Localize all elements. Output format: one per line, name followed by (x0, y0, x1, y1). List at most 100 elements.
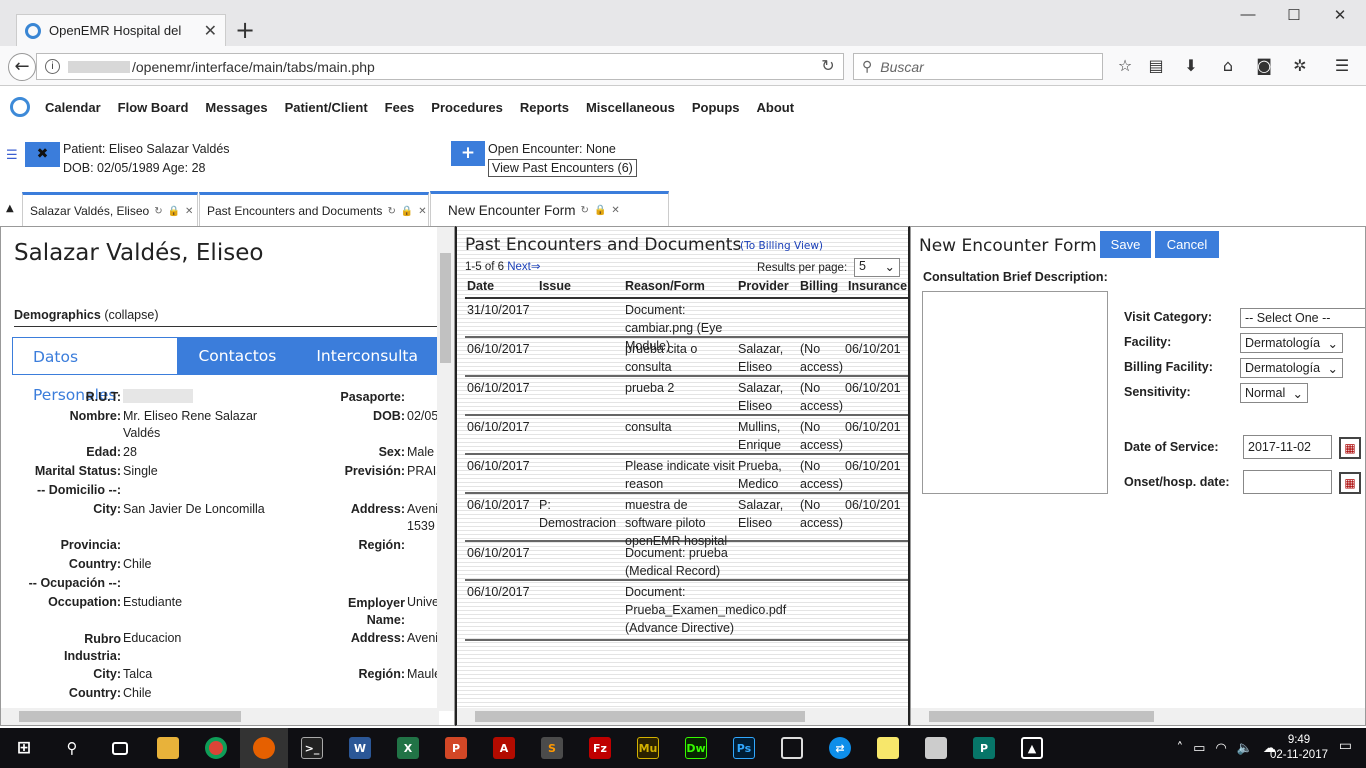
battery-icon[interactable]: ▭ (1193, 741, 1205, 756)
table-row[interactable]: 06/10/2017 consulta Mullins, Enrique (No ac… (465, 416, 908, 455)
new-tab-button[interactable]: + (233, 16, 257, 44)
collapse-link[interactable]: (collapse) (101, 308, 158, 322)
sticky-notes-button[interactable] (864, 728, 912, 768)
tab-interconsulta[interactable]: Interconsulta (296, 337, 438, 375)
sublime-button[interactable]: S (528, 728, 576, 768)
vertical-scrollbar[interactable] (437, 227, 454, 711)
tab-new-encounter[interactable]: New Encounter Form ↻ 🔒 ✕ (430, 191, 669, 227)
info-icon[interactable]: i (45, 59, 60, 74)
billing-facility-select[interactable]: Dermatología ⌄ (1240, 358, 1343, 378)
reading-list-icon[interactable]: ▤ (1145, 56, 1167, 78)
close-tab-icon[interactable]: ✕ (204, 21, 217, 41)
tab-patient[interactable]: Salazar Valdés, Eliseo ↻ 🔒 ✕ (22, 192, 198, 227)
photoshop-button[interactable]: Ps (720, 728, 768, 768)
browser-tab[interactable]: OpenEMR Hospital del ✕ (16, 14, 226, 46)
refresh-icon[interactable]: ↻ (387, 206, 395, 217)
download-icon[interactable]: ⬇ (1180, 56, 1202, 78)
lock-icon[interactable]: 🔒 (401, 206, 413, 217)
close-icon[interactable]: ✕ (418, 206, 426, 217)
calendar-icon[interactable]: ▦ (1339, 437, 1361, 459)
scroll-thumb[interactable] (929, 711, 1154, 722)
pocket-icon[interactable]: ◙ (1253, 56, 1275, 78)
close-icon[interactable]: ✕ (611, 205, 619, 216)
onset-date-input[interactable] (1243, 470, 1332, 494)
notification-icon[interactable]: ▭ (1339, 738, 1352, 754)
tab-contactos[interactable]: Contactos (178, 337, 296, 375)
muse-button[interactable]: Mu (624, 728, 672, 768)
table-row[interactable]: 06/10/2017 Please indicate visit reason Pr… (465, 455, 908, 494)
menu-popups[interactable]: Popups (692, 100, 740, 115)
openemr-logo-icon[interactable] (10, 97, 30, 117)
brief-description-textarea[interactable] (922, 291, 1108, 494)
firefox-button[interactable] (240, 728, 288, 768)
billing-view-link[interactable]: (To Billing View) (740, 240, 823, 252)
horizontal-scrollbar[interactable] (1, 708, 439, 725)
scroll-thumb[interactable] (440, 253, 451, 363)
menu-about[interactable]: About (757, 100, 795, 115)
table-row[interactable]: 31/10/2017 Document: cambiar.png (Eye Mod… (465, 299, 908, 353)
menu-miscellaneous[interactable]: Miscellaneous (586, 100, 675, 115)
acrobat-button[interactable]: A (480, 728, 528, 768)
extension-icon[interactable]: ✲ (1289, 56, 1311, 78)
save-button[interactable]: Save (1100, 231, 1151, 258)
patient-list-icon[interactable]: ☰ (6, 148, 22, 163)
menu-patient-client[interactable]: Patient/Client (285, 100, 368, 115)
next-link[interactable]: Next⇒ (507, 261, 540, 273)
bookmark-star-icon[interactable]: ☆ (1114, 56, 1136, 78)
horizontal-scrollbar[interactable] (911, 708, 1365, 725)
close-window-icon[interactable]: ✕ (1325, 6, 1355, 28)
collapse-tabs-icon[interactable]: ▲ (6, 203, 14, 214)
tab-past-encounters[interactable]: Past Encounters and Documents ↻ 🔒 ✕ (199, 192, 429, 227)
table-row[interactable]: 06/10/2017 Document: Prueba_Examen_medico… (465, 581, 908, 641)
powerpoint-button[interactable]: P (432, 728, 480, 768)
home-icon[interactable]: ⌂ (1217, 56, 1239, 78)
excel-button[interactable]: X (384, 728, 432, 768)
cancel-button[interactable]: Cancel (1155, 231, 1219, 258)
word-button[interactable]: W (336, 728, 384, 768)
close-patient-button[interactable]: ✖ (25, 142, 60, 167)
task-view-button[interactable] (96, 728, 144, 768)
visit-category-select[interactable]: -- Select One -- (1240, 308, 1365, 328)
taskbar-clock[interactable]: 9:49 02-11-2017 (1270, 733, 1328, 763)
table-row[interactable]: 06/10/2017 prueba cita o consulta Salazar,… (465, 338, 908, 377)
sensitivity-select[interactable]: Normal ⌄ (1240, 383, 1308, 403)
url-bar[interactable]: i /openemr/interface/main/tabs/main.php (36, 53, 844, 80)
start-button[interactable]: ⊞ (0, 728, 48, 768)
file-explorer-button[interactable] (144, 728, 192, 768)
menu-calendar[interactable]: Calendar (45, 100, 101, 115)
back-button[interactable]: ← (8, 53, 36, 81)
search-input[interactable]: ⚲ Buscar (853, 53, 1103, 80)
menu-icon[interactable]: ☰ (1331, 56, 1353, 78)
tab-datos-personales[interactable]: Datos Personales (12, 337, 179, 404)
facility-select[interactable]: Dermatología ⌄ (1240, 333, 1343, 353)
video-button[interactable] (768, 728, 816, 768)
photos-button[interactable]: ▲ (1008, 728, 1056, 768)
dreamweaver-button[interactable]: Dw (672, 728, 720, 768)
maximize-icon[interactable]: ☐ (1279, 6, 1309, 28)
chrome-button[interactable] (192, 728, 240, 768)
refresh-icon[interactable]: ↻ (581, 205, 589, 216)
results-per-page-select[interactable]: 5 ⌄ (854, 258, 900, 277)
reload-icon[interactable]: ↻ (816, 56, 840, 78)
filezilla-button[interactable]: Fz (576, 728, 624, 768)
horizontal-scrollbar[interactable] (457, 708, 908, 725)
table-row[interactable]: 06/10/2017 prueba 2 Salazar, Eliseo (No acc… (465, 377, 908, 416)
lock-icon[interactable]: 🔒 (168, 206, 180, 217)
date-of-service-input[interactable]: 2017-11-02 (1243, 435, 1332, 459)
lock-icon[interactable]: 🔒 (594, 205, 606, 216)
scroll-thumb[interactable] (19, 711, 241, 722)
close-icon[interactable]: ✕ (185, 206, 193, 217)
volume-icon[interactable]: 🔈 (1237, 741, 1253, 756)
remote-desktop-button[interactable] (912, 728, 960, 768)
menu-procedures[interactable]: Procedures (431, 100, 503, 115)
view-past-encounters-button[interactable]: View Past Encounters (6) (488, 159, 637, 177)
minimize-icon[interactable]: — (1233, 6, 1263, 28)
table-row[interactable]: 06/10/2017 P: Demostracion muestra de soft… (465, 494, 908, 548)
menu-fees[interactable]: Fees (385, 100, 415, 115)
new-encounter-button[interactable]: + (451, 141, 485, 166)
tray-chevron-icon[interactable]: ˄ (1177, 741, 1184, 756)
search-button[interactable]: ⚲ (48, 728, 96, 768)
menu-reports[interactable]: Reports (520, 100, 569, 115)
calendar-icon[interactable]: ▦ (1339, 472, 1361, 494)
terminal-button[interactable]: >_ (288, 728, 336, 768)
